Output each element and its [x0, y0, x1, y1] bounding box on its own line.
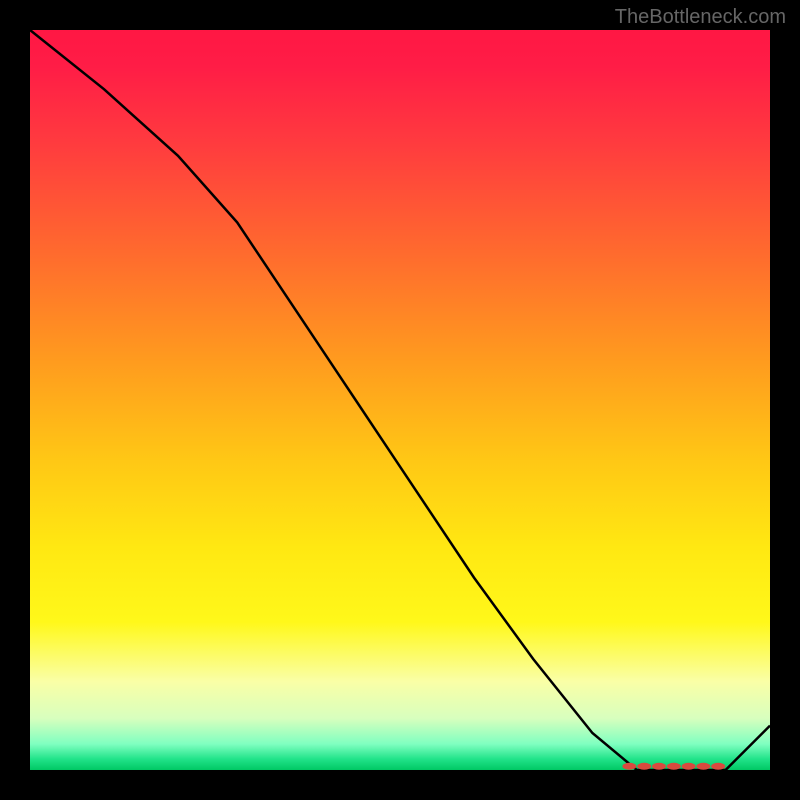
gradient-background: [30, 30, 770, 770]
optimal-marker: [652, 763, 666, 770]
optimal-marker: [667, 763, 681, 770]
optimal-marker: [622, 763, 636, 770]
optimal-marker: [696, 763, 710, 770]
chart-svg: [30, 30, 770, 770]
watermark-text: TheBottleneck.com: [615, 6, 786, 29]
optimal-marker: [711, 763, 725, 770]
plot-area: [30, 30, 770, 770]
optimal-marker: [682, 763, 696, 770]
optimal-marker: [637, 763, 651, 770]
chart-container: TheBottleneck.com: [0, 0, 800, 800]
